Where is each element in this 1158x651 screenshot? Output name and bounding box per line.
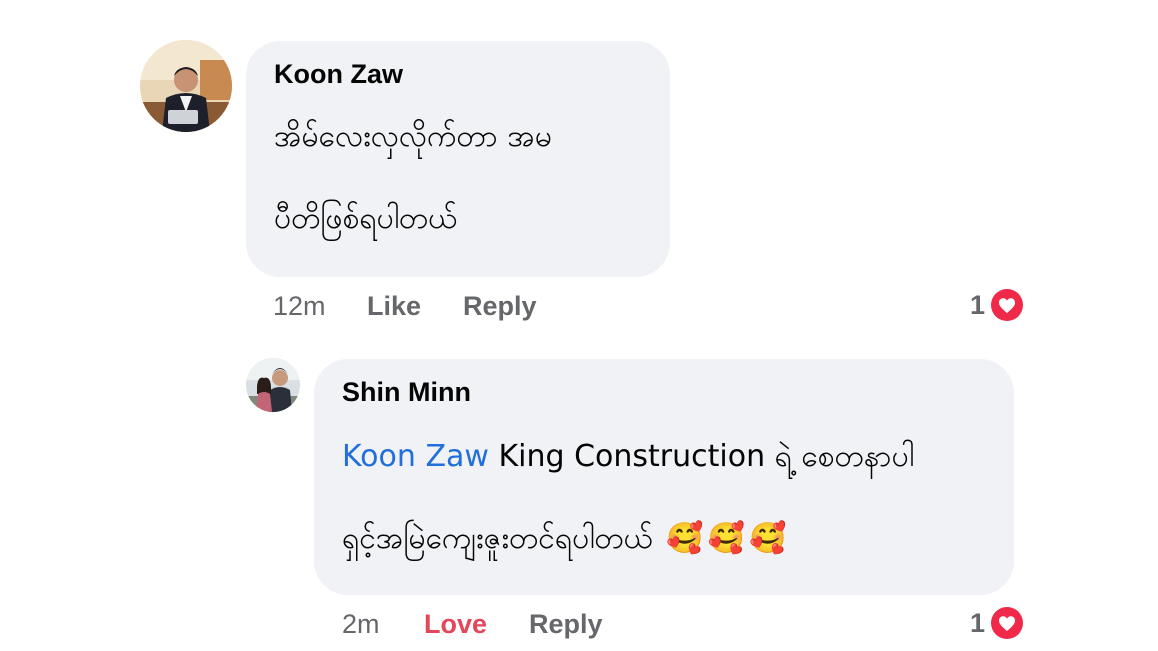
reaction-count: 1 xyxy=(970,289,986,320)
comment-text: ရှင့်အမြဲကျေးဇူးတင်ရပါတယ် xyxy=(342,521,653,556)
comment-text-line: ပီတိဖြစ်ရပါတယ် xyxy=(274,201,458,236)
mention-link[interactable]: Koon Zaw xyxy=(342,439,489,474)
reaction-count: 1 xyxy=(970,607,986,638)
heart-icon xyxy=(989,605,1026,641)
smiling-face-with-hearts-emoji: 🥰 xyxy=(749,521,787,556)
avatar[interactable] xyxy=(246,358,300,412)
smiling-face-with-hearts-emoji: 🥰 xyxy=(707,521,746,556)
avatar[interactable] xyxy=(140,40,232,132)
love-button[interactable]: Love xyxy=(424,609,487,640)
comment-time[interactable]: 2m xyxy=(342,609,380,640)
reply-button[interactable]: Reply xyxy=(463,291,537,322)
reply-button[interactable]: Reply xyxy=(529,609,603,640)
comment-author[interactable]: Shin Minn xyxy=(342,377,471,408)
comment-text-line: ရှင့်အမြဲကျေးဇူးတင်ရပါတယ် 🥰 🥰 🥰 xyxy=(342,518,786,563)
comment-text-line: အိမ်လေးလှလိုက်တာ အမ xyxy=(274,119,553,154)
comment-text-line: Koon Zaw King Construction ရဲ့ စေတနာပါ xyxy=(342,436,914,481)
comment-text: King Construction ရဲ့ စေတနာပါ xyxy=(498,439,914,474)
reaction-summary[interactable]: 1 xyxy=(970,287,1026,323)
smiling-face-with-hearts-emoji: 🥰 xyxy=(666,521,704,556)
reaction-summary[interactable]: 1 xyxy=(970,605,1026,641)
heart-icon xyxy=(989,287,1026,323)
comment-time[interactable]: 12m xyxy=(273,291,326,322)
comment-author[interactable]: Koon Zaw xyxy=(274,59,403,90)
like-button[interactable]: Like xyxy=(367,291,421,322)
